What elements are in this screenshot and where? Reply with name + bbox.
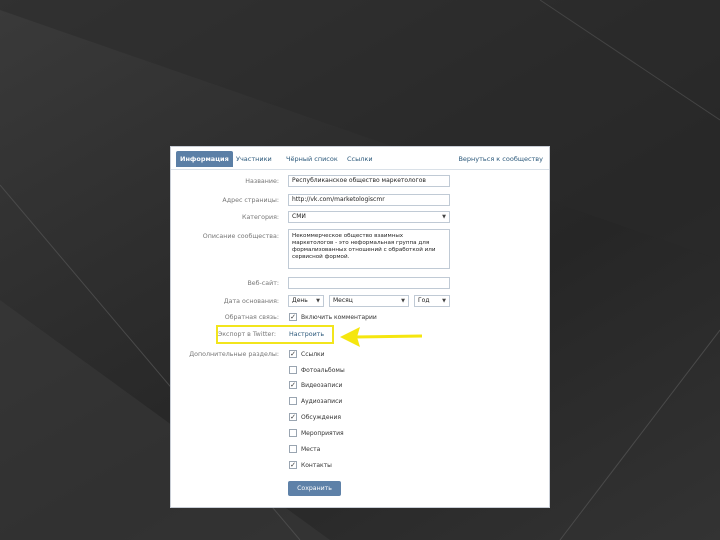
- sections-item-label: Ссылки: [301, 351, 325, 358]
- sections-checkbox[interactable]: ✓: [289, 381, 297, 389]
- name-label: Название:: [245, 178, 279, 185]
- chevron-down-icon: ▼: [442, 214, 446, 220]
- chevron-down-icon: ▼: [316, 298, 320, 304]
- twitter-configure-link[interactable]: Настроить: [289, 331, 324, 338]
- month-value: Месяц: [333, 297, 353, 304]
- day-value: День: [292, 297, 308, 304]
- save-button[interactable]: Сохранить: [288, 481, 341, 496]
- sections-item-label: Фотоальбомы: [301, 367, 345, 374]
- name-input[interactable]: Республиканское общество маркетологов: [288, 175, 450, 187]
- sections-checkbox[interactable]: ✓: [289, 350, 297, 358]
- sections-item-label: Мероприятия: [301, 430, 344, 437]
- sections-checkbox[interactable]: [289, 366, 297, 374]
- sections-checkbox[interactable]: ✓: [289, 461, 297, 469]
- chevron-down-icon: ▼: [401, 298, 405, 304]
- tab-members[interactable]: Участники: [232, 151, 276, 167]
- sections-item-label: Видеозаписи: [301, 382, 343, 389]
- sections-item-label: Контакты: [301, 462, 332, 469]
- year-value: Год: [418, 297, 430, 304]
- tab-links[interactable]: Ссылки: [343, 151, 377, 167]
- tab-blacklist[interactable]: Чёрный список: [282, 151, 342, 167]
- category-label: Категория:: [241, 214, 279, 221]
- sections-checkbox[interactable]: [289, 429, 297, 437]
- website-label: Веб-сайт:: [247, 280, 279, 287]
- comments-checkbox[interactable]: ✓: [289, 313, 297, 321]
- feedback-label: Обратная связь:: [224, 314, 279, 321]
- founded-label: Дата основания:: [223, 298, 279, 305]
- arrow-left-icon: [340, 327, 423, 347]
- comments-option-label: Включить комментарии: [301, 314, 377, 321]
- tab-information[interactable]: Информация: [176, 151, 233, 167]
- description-textarea[interactable]: Некоммерческое общество взаимных маркето…: [288, 229, 450, 269]
- category-select[interactable]: СМИ ▼: [288, 211, 450, 223]
- sections-checkbox[interactable]: [289, 397, 297, 405]
- sections-checkbox[interactable]: ✓: [289, 413, 297, 421]
- website-input[interactable]: [288, 277, 450, 289]
- sections-item-label: Обсуждения: [301, 414, 341, 421]
- sections-item-label: Места: [301, 446, 321, 453]
- address-label: Адрес страницы:: [222, 197, 279, 204]
- month-select[interactable]: Месяц ▼: [329, 295, 409, 307]
- sections-item-label: Аудиозаписи: [301, 398, 343, 405]
- twitter-label: Экспорт в Twitter:: [217, 331, 276, 338]
- tab-bar: Информация Участники Чёрный список Ссылк…: [171, 147, 549, 170]
- back-to-community-link[interactable]: Вернуться к сообществу: [454, 151, 547, 167]
- year-select[interactable]: Год ▼: [414, 295, 450, 307]
- description-label: Описание сообщества:: [202, 233, 279, 240]
- category-value: СМИ: [292, 213, 306, 220]
- address-input[interactable]: http://vk.com/marketologiscmr: [288, 194, 450, 206]
- sections-checkbox[interactable]: [289, 445, 297, 453]
- sections-label: Дополнительные разделы:: [189, 351, 279, 358]
- day-select[interactable]: День ▼: [288, 295, 324, 307]
- chevron-down-icon: ▼: [442, 298, 446, 304]
